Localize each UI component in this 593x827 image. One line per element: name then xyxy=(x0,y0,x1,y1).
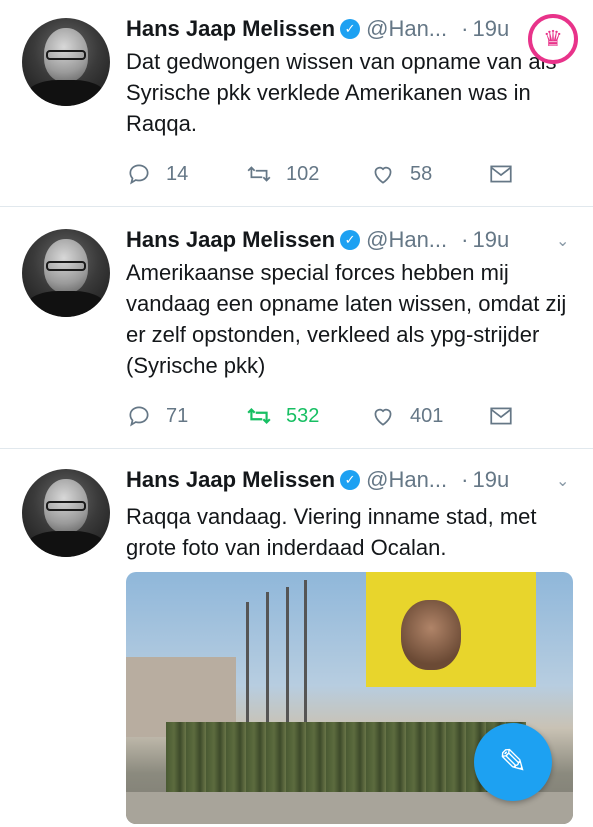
tweet-2[interactable]: Hans Jaap Melissen ✓ @Han... · 19u ⌄ Ame… xyxy=(0,207,593,449)
verified-badge-icon: ✓ xyxy=(340,19,361,39)
photo-banner-portrait xyxy=(401,600,461,670)
like-button[interactable]: 401 xyxy=(370,401,443,431)
separator-dot: · xyxy=(461,227,469,252)
author-handle[interactable]: @Han... xyxy=(366,467,447,493)
tweet-header: Hans Jaap Melissen ✓ @Han... · 19u xyxy=(126,465,509,495)
photo-crowd xyxy=(166,722,526,802)
reply-count: 14 xyxy=(166,162,189,185)
separator-dot: · xyxy=(461,467,469,492)
tweet-header: Hans Jaap Melissen ✓ @Han... · 19u xyxy=(126,225,509,255)
tweet-text: Amerikaanse special forces hebben mij va… xyxy=(126,260,567,378)
tweet-time[interactable]: 19u xyxy=(472,16,509,42)
compose-tweet-icon: ✎ xyxy=(498,743,528,781)
avatar-glasses xyxy=(46,501,86,511)
author-handle[interactable]: @Han... xyxy=(366,227,447,253)
verified-badge-icon: ✓ xyxy=(340,470,361,490)
reply-icon xyxy=(129,164,149,185)
dm-button[interactable] xyxy=(488,401,514,431)
tweet-time[interactable]: 19u xyxy=(472,227,509,253)
author-name[interactable]: Hans Jaap Melissen xyxy=(126,467,335,493)
retweet-button[interactable]: 102 xyxy=(246,159,319,189)
tweet-text: Raqqa vandaag. Viering inname stad, met … xyxy=(126,504,537,560)
avatar-glasses xyxy=(46,261,86,271)
crown-watermark-icon: ♛ xyxy=(528,14,578,64)
like-count: 58 xyxy=(410,162,433,185)
compose-tweet-button[interactable]: ✎ xyxy=(474,723,552,801)
avatar-shoulders xyxy=(26,291,106,317)
chevron-down-icon[interactable]: ⌄ xyxy=(556,471,569,491)
reply-count: 71 xyxy=(166,404,189,427)
heart-icon xyxy=(374,408,392,426)
retweet-icon xyxy=(247,407,271,425)
reply-button[interactable]: 14 xyxy=(126,159,188,189)
avatar[interactable] xyxy=(22,18,110,106)
avatar[interactable] xyxy=(22,469,110,557)
retweet-icon xyxy=(247,166,271,182)
tweet-1[interactable]: Hans Jaap Melissen ✓ @Han... · 19u Dat g… xyxy=(0,0,593,207)
like-button[interactable]: 58 xyxy=(370,159,432,189)
avatar-shoulders xyxy=(26,531,106,557)
reply-button[interactable]: 71 xyxy=(126,401,188,431)
tweet-text: Dat gedwongen wissen van opname van als … xyxy=(126,49,557,136)
envelope-icon xyxy=(490,407,512,425)
heart-icon xyxy=(374,166,392,184)
envelope-icon xyxy=(490,165,512,183)
author-name[interactable]: Hans Jaap Melissen xyxy=(126,16,335,42)
reply-icon xyxy=(129,406,149,427)
retweet-count: 102 xyxy=(286,162,320,185)
verified-badge-icon: ✓ xyxy=(340,230,361,250)
retweet-button[interactable]: 532 xyxy=(246,401,319,431)
tweet-time[interactable]: 19u xyxy=(472,467,509,493)
dm-button[interactable] xyxy=(488,159,514,189)
like-count: 401 xyxy=(410,404,444,427)
tweet-actions: 14 102 58 xyxy=(126,159,526,189)
chevron-down-icon[interactable]: ⌄ xyxy=(556,231,569,251)
avatar-shoulders xyxy=(26,80,106,106)
avatar-glasses xyxy=(46,50,86,60)
author-handle[interactable]: @Han... xyxy=(366,16,447,42)
author-name[interactable]: Hans Jaap Melissen xyxy=(126,227,335,253)
tweet-header: Hans Jaap Melissen ✓ @Han... · 19u xyxy=(126,14,509,44)
tweet-actions: 71 532 401 xyxy=(126,401,526,431)
avatar[interactable] xyxy=(22,229,110,317)
retweet-count: 532 xyxy=(286,404,320,427)
separator-dot: · xyxy=(461,16,469,41)
